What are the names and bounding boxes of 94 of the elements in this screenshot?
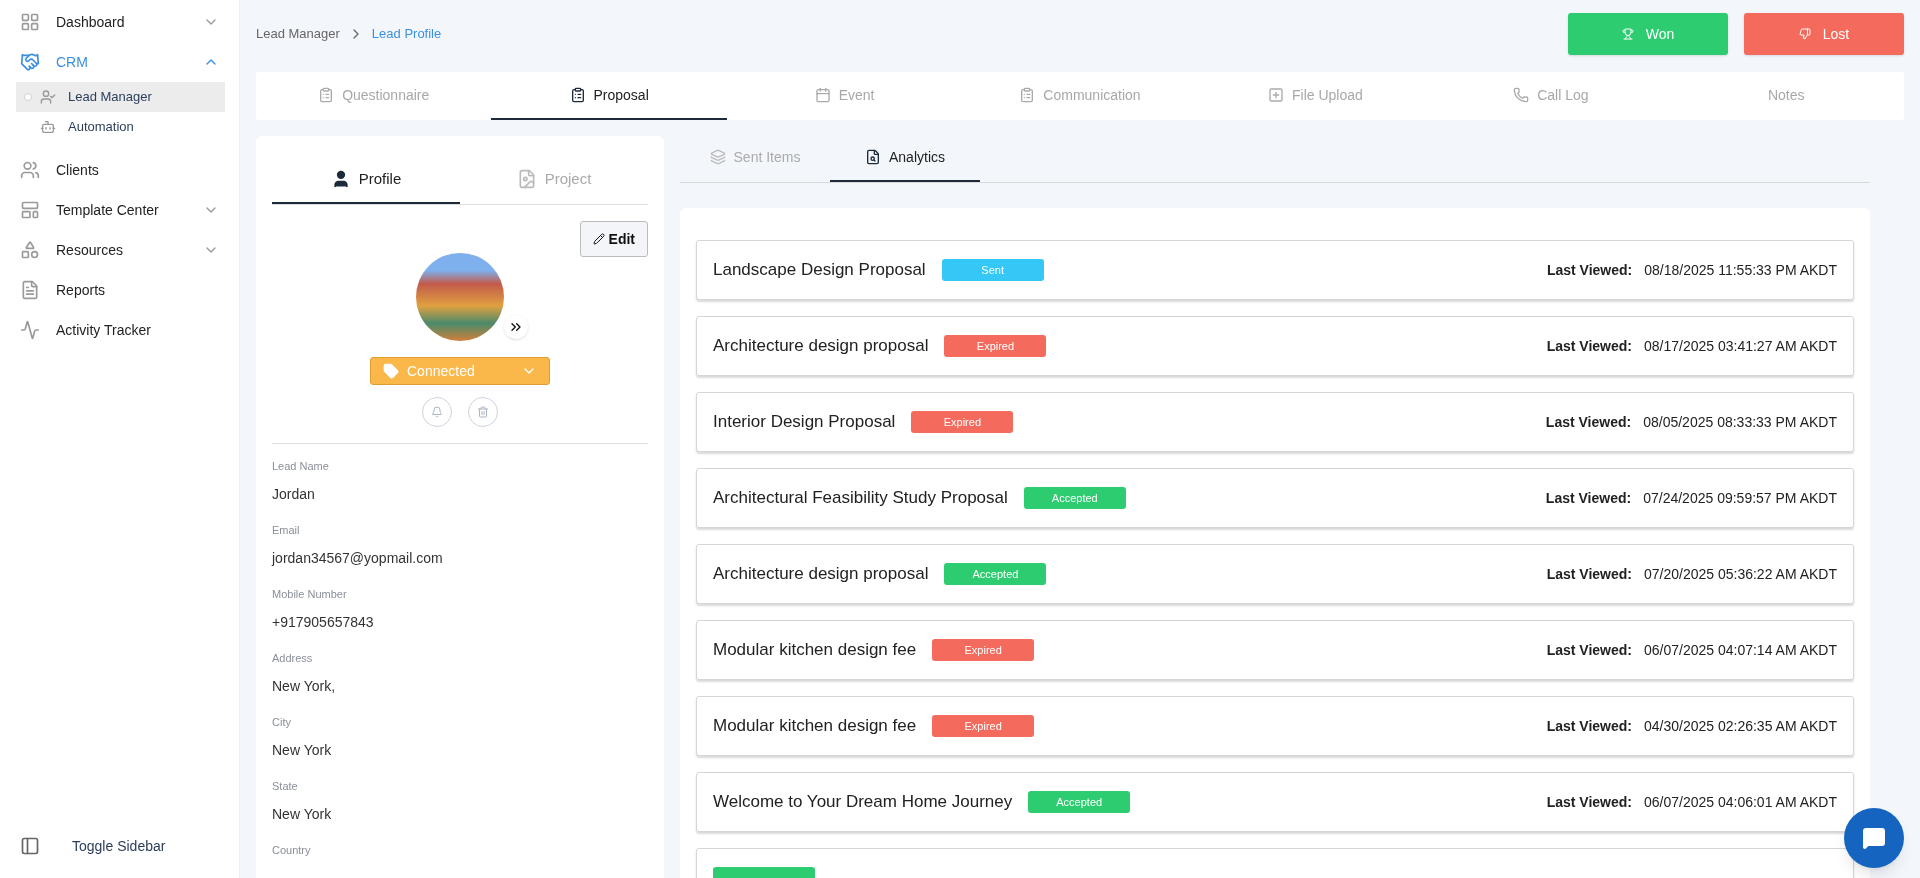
proposal-card[interactable]: Modular kitchen design fee Expired Last Viewed: 04/30/2025 02:26:35 AM AKDT <box>696 696 1854 756</box>
double-chevron-icon[interactable] <box>504 315 528 339</box>
last-viewed-date: 07/24/2025 09:59:57 PM AKDT <box>1643 488 1837 508</box>
last-viewed-label: Last Viewed: <box>1546 336 1632 356</box>
sidebar-item[interactable]: Resources <box>0 230 239 270</box>
last-viewed-label: Last Viewed: <box>1545 488 1632 508</box>
plus-square-icon <box>1268 87 1284 103</box>
phone-icon <box>1513 87 1530 103</box>
field-value: +917905657843 <box>272 613 375 632</box>
last-viewed-date: 06/07/2025 04:07:14 AM AKDT <box>1643 640 1837 660</box>
proposal-card[interactable]: Architecture design proposal Accepted Last Viewed: 07/20/2025 05:36:22 AM AKDT <box>696 544 1854 604</box>
field-label: Mobile Number <box>272 587 348 602</box>
sidebar-subitem[interactable]: Automation <box>16 112 225 142</box>
thumbs-down-icon <box>1798 28 1811 40</box>
field-label: Email <box>272 523 301 538</box>
tab[interactable]: Analytics <box>830 134 980 182</box>
status-badge: Expired <box>932 715 1035 737</box>
chat-icon <box>1862 826 1886 850</box>
proposal-title: Landscape Design Proposal <box>713 259 926 282</box>
sidebar-item[interactable]: Dashboard <box>0 2 239 42</box>
trash-icon <box>477 406 489 418</box>
sidebar-item[interactable]: Reports <box>0 270 239 310</box>
status-badge: Expired <box>944 335 1047 357</box>
field-label: City <box>272 715 292 730</box>
status-badge: Sent <box>941 259 1044 281</box>
tab[interactable]: Profile <box>272 156 460 204</box>
toggle-sidebar-button[interactable]: Toggle Sidebar <box>0 826 239 866</box>
breadcrumb-link[interactable]: Lead Manager <box>256 24 340 44</box>
proposal-title: Architecture design proposal <box>713 335 929 358</box>
sidebar-item[interactable]: Activity Tracker <box>0 310 239 350</box>
sidebar-icon <box>20 836 40 856</box>
clipboard-icon <box>318 87 335 103</box>
last-viewed-date: 08/05/2025 08:33:33 PM AKDT <box>1643 412 1837 432</box>
clipboard-icon <box>569 87 586 103</box>
bell-icon <box>431 406 443 418</box>
last-viewed-date: 08/17/2025 03:41:27 AM AKDT <box>1643 336 1837 356</box>
field-value: New York <box>272 741 333 760</box>
status-badge: Accepted <box>1028 791 1131 813</box>
sidebar-item[interactable]: CRM <box>0 42 239 82</box>
document-search-icon <box>865 149 881 165</box>
pencil-icon <box>592 233 605 245</box>
status-badge: Accepted <box>1023 487 1126 509</box>
last-viewed-date: 07/20/2025 05:36:22 AM AKDT <box>1643 564 1837 584</box>
proposal-card[interactable]: Welcome to Your Dream Home Journey Accepted Last Viewed: 06/07/2025 04:06:01 AM AKDT <box>696 772 1854 832</box>
tab[interactable]: Proposal <box>491 72 727 120</box>
proposal-title: Interior Design Proposal <box>713 411 896 434</box>
sidebar-item[interactable]: Clients <box>0 150 239 190</box>
last-viewed-label: Last Viewed: <box>1546 564 1632 584</box>
status-badge: Expired <box>911 411 1014 433</box>
field-value: Jordan <box>272 485 316 504</box>
proposal-title: Welcome to Your Dream Home Journey <box>713 791 1013 814</box>
proposal-card[interactable]: Interior Design Proposal Expired Last Viewed: 08/05/2025 08:33:33 PM AKDT <box>696 392 1854 452</box>
sidebar-item[interactable]: Template Center <box>0 190 239 230</box>
calendar-icon <box>814 87 831 103</box>
field-value: New York <box>272 805 333 824</box>
proposal-card[interactable]: Landscape Design Proposal Sent Last Viewed: 08/18/2025 11:55:33 PM AKDT <box>696 240 1854 300</box>
people-icon <box>20 160 40 180</box>
clipboard-icon <box>1019 87 1036 103</box>
trophy-icon <box>1621 28 1634 40</box>
status-badge: Expired <box>932 639 1035 661</box>
last-viewed-date: 06/07/2025 04:06:01 AM AKDT <box>1643 792 1837 812</box>
proposal-card[interactable]: Architecture design proposal Expired Last Viewed: 08/17/2025 03:41:27 AM AKDT <box>696 316 1854 376</box>
field-value: New York, <box>272 677 337 696</box>
edit-button[interactable]: Edit <box>579 221 648 257</box>
tag-icon <box>383 363 399 379</box>
person-check-icon <box>40 89 56 105</box>
proposal-title: Architecture design proposal <box>713 563 929 586</box>
last-viewed-date: 04/30/2025 02:26:35 AM AKDT <box>1643 716 1837 736</box>
pulse-icon <box>20 320 40 340</box>
field-value: jordan34567@yopmail.com <box>272 549 444 568</box>
field-label: Country <box>272 843 312 858</box>
last-viewed-label: Last Viewed: <box>1545 412 1632 432</box>
field-label: Address <box>272 651 314 666</box>
proposal-card[interactable]: Architectural Feasibility Study Proposal Accepted Last Viewed: 07/24/2025 09:59:57 PM AKDT <box>696 468 1854 528</box>
sidebar-subitem[interactable]: Lead Manager <box>16 82 225 112</box>
shapes-icon <box>20 240 40 260</box>
field-label: State <box>272 779 299 794</box>
status-badge: Accepted <box>944 563 1047 585</box>
field-label: Lead Name <box>272 459 330 474</box>
last-viewed-label: Last Viewed: <box>1546 716 1632 736</box>
last-viewed-label: Last Viewed: <box>1546 792 1632 812</box>
last-viewed-label: Last Viewed: <box>1546 260 1633 280</box>
robot-icon <box>40 119 56 135</box>
stack-icon <box>709 149 726 165</box>
proposal-card[interactable]: Modular kitchen design fee Expired Last Viewed: 06/07/2025 04:07:14 AM AKDT <box>696 620 1854 680</box>
grid-icon <box>20 12 40 32</box>
proposal-title: Architectural Feasibility Study Proposal <box>713 487 1008 510</box>
last-viewed-date: 08/18/2025 11:55:33 PM AKDT <box>1644 260 1837 280</box>
handshake-icon <box>20 52 40 72</box>
document-icon <box>20 280 40 300</box>
proposal-title: Modular kitchen design fee <box>713 715 917 738</box>
last-viewed-label: Last Viewed: <box>1546 640 1632 660</box>
template-icon <box>20 200 40 220</box>
proposal-title: Modular kitchen design fee <box>713 639 917 662</box>
